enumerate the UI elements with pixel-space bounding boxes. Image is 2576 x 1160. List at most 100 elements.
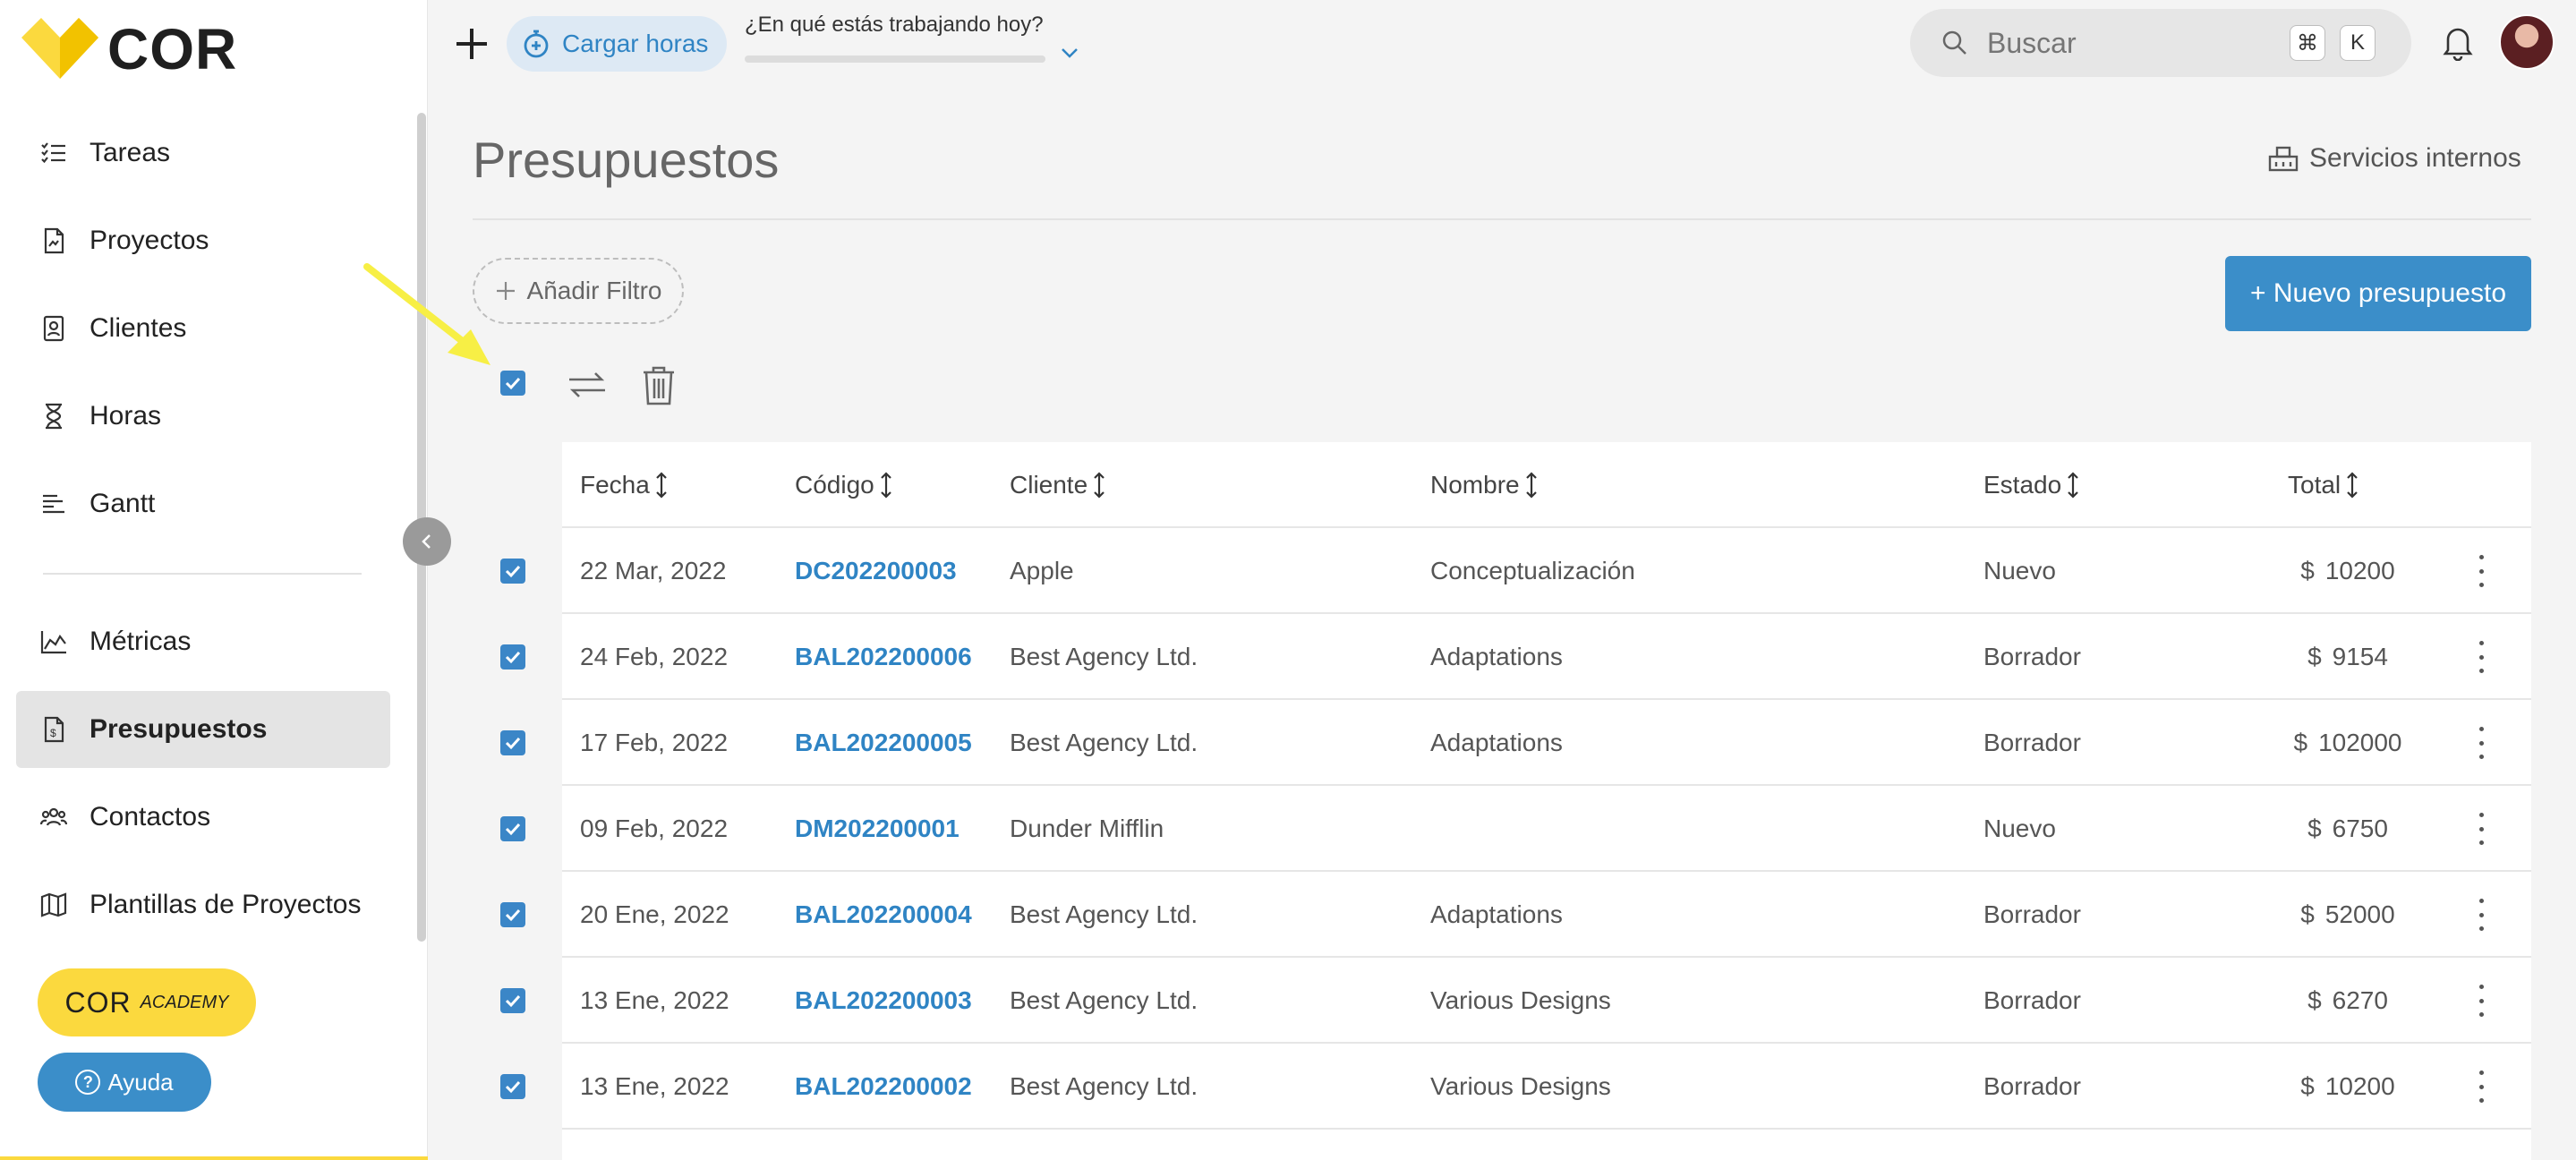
table-row[interactable]: 22 Mar, 2022 DC202200003 Apple Conceptualiz… bbox=[562, 528, 2531, 614]
kebab-dot bbox=[2478, 826, 2484, 832]
total-amount: 9154 bbox=[2332, 643, 2388, 670]
internal-services-link[interactable]: Servicios internos bbox=[2268, 143, 2521, 174]
row-more-menu-button[interactable] bbox=[2472, 555, 2490, 587]
row-more-menu-button[interactable] bbox=[2472, 899, 2490, 931]
cell-estado: Nuevo bbox=[1983, 815, 2056, 842]
collapse-sidebar-button[interactable] bbox=[403, 517, 451, 566]
bulk-change-status-button[interactable] bbox=[566, 367, 609, 407]
sidebar-item-clientes[interactable]: Clientes bbox=[16, 290, 390, 367]
sidebar-item-gantt[interactable]: Gantt bbox=[16, 465, 390, 542]
total-amount: 102000 bbox=[2318, 729, 2402, 756]
row-checkbox[interactable] bbox=[500, 1074, 525, 1099]
logo-text: COR bbox=[107, 17, 238, 81]
check-icon bbox=[505, 651, 521, 664]
load-hours-button[interactable]: Cargar horas bbox=[507, 16, 727, 72]
budget-code-link[interactable]: BAL202200005 bbox=[795, 700, 972, 786]
cor-logo[interactable]: COR bbox=[21, 17, 238, 81]
notifications-button[interactable] bbox=[2440, 23, 2476, 65]
working-on-dropdown[interactable] bbox=[1060, 47, 1079, 64]
row-checkbox[interactable] bbox=[500, 902, 525, 927]
kebab-dot bbox=[2478, 583, 2484, 587]
shortcut-k-key: K bbox=[2340, 25, 2376, 61]
cell-cliente: Best Agency Ltd. bbox=[1010, 643, 1198, 670]
kebab-dot bbox=[2478, 1070, 2484, 1075]
budget-code-link[interactable]: BAL202200006 bbox=[795, 614, 972, 700]
row-checkbox[interactable] bbox=[500, 730, 525, 755]
sidebar: COR Tareas Proyectos Clientes Horas Gant… bbox=[0, 0, 428, 1160]
cell-total: $102000 bbox=[2272, 700, 2424, 786]
search-bar[interactable]: ⌘ K bbox=[1910, 9, 2411, 77]
table-row[interactable]: 13 Ene, 2022 BAL202200002 Best Agency Ltd.… bbox=[562, 1044, 2531, 1130]
bulk-delete-button[interactable] bbox=[641, 365, 677, 411]
sidebar-item-contactos[interactable]: Contactos bbox=[16, 779, 390, 856]
row-checkbox[interactable] bbox=[500, 559, 525, 584]
currency-symbol: $ bbox=[2293, 729, 2308, 756]
sidebar-item-label: Clientes bbox=[90, 313, 187, 343]
column-header-estado[interactable]: Estado bbox=[1983, 442, 2079, 528]
row-checkbox[interactable] bbox=[500, 644, 525, 670]
cell-total: $52000 bbox=[2272, 872, 2424, 958]
add-filter-button[interactable]: Añadir Filtro bbox=[473, 258, 684, 324]
kebab-dot bbox=[2478, 755, 2484, 759]
column-header-nombre[interactable]: Nombre bbox=[1430, 442, 1538, 528]
quick-add-button[interactable] bbox=[449, 21, 494, 66]
column-header-codigo[interactable]: Código bbox=[795, 442, 892, 528]
cell-fecha: 13 Ene, 2022 bbox=[580, 1072, 729, 1100]
swap-arrows-icon bbox=[569, 372, 605, 397]
checklist-icon bbox=[36, 135, 72, 171]
cell-fecha: 20 Ene, 2022 bbox=[580, 900, 729, 928]
sidebar-item-metricas[interactable]: Métricas bbox=[16, 603, 390, 680]
sort-icon bbox=[2347, 472, 2358, 499]
working-on-question[interactable]: ¿En qué estás trabajando hoy? bbox=[745, 13, 1044, 38]
table-row[interactable]: 17 Feb, 2022 BAL202200005 Best Agency Ltd.… bbox=[562, 700, 2531, 786]
bell-icon bbox=[2443, 28, 2473, 62]
new-budget-button[interactable]: + Nuevo presupuesto bbox=[2225, 256, 2531, 331]
total-amount: 6270 bbox=[2332, 986, 2388, 1014]
search-input[interactable] bbox=[1985, 25, 2254, 61]
row-more-menu-button[interactable] bbox=[2472, 727, 2490, 759]
sidebar-item-label: Plantillas de Proyectos bbox=[90, 890, 362, 919]
sidebar-item-tareas[interactable]: Tareas bbox=[16, 115, 390, 192]
column-header-fecha[interactable]: Fecha bbox=[580, 442, 668, 528]
row-more-menu-button[interactable] bbox=[2472, 1070, 2490, 1103]
budget-code-link[interactable]: BAL202200003 bbox=[795, 958, 972, 1044]
cell-cliente: Apple bbox=[1010, 557, 1074, 584]
table-row[interactable]: 13 Ene, 2022 BAL202200003 Best Agency Ltd.… bbox=[562, 958, 2531, 1044]
check-icon bbox=[505, 994, 521, 1008]
sidebar-item-label: Tareas bbox=[90, 138, 171, 167]
user-avatar[interactable] bbox=[2499, 14, 2555, 70]
annotation-arrow bbox=[363, 263, 490, 365]
cell-total: $9154 bbox=[2272, 614, 2424, 700]
select-all-checkbox[interactable] bbox=[500, 371, 525, 396]
row-more-menu-button[interactable] bbox=[2472, 641, 2490, 673]
row-checkbox[interactable] bbox=[500, 988, 525, 1013]
internal-services-label: Servicios internos bbox=[2309, 143, 2521, 173]
currency-symbol: $ bbox=[2300, 557, 2315, 584]
working-on-input[interactable] bbox=[745, 55, 1045, 63]
row-checkbox[interactable] bbox=[500, 816, 525, 841]
cell-fecha: 09 Feb, 2022 bbox=[580, 815, 729, 842]
table-row[interactable]: 24 Feb, 2022 BAL202200006 Best Agency Ltd.… bbox=[562, 614, 2531, 700]
budget-code-link[interactable]: DM202200001 bbox=[795, 786, 960, 872]
budget-code-link[interactable]: BAL202200002 bbox=[795, 1044, 972, 1130]
sidebar-item-horas[interactable]: Horas bbox=[16, 378, 390, 455]
cor-academy-button[interactable]: COR ACADEMY bbox=[38, 968, 256, 1036]
row-more-menu-button[interactable] bbox=[2472, 813, 2490, 845]
row-more-menu-button[interactable] bbox=[2472, 985, 2490, 1017]
budget-code-link[interactable]: BAL202200004 bbox=[795, 872, 972, 958]
table-row[interactable]: 20 Ene, 2022 BAL202200004 Best Agency Ltd.… bbox=[562, 872, 2531, 958]
help-button[interactable]: ? Ayuda bbox=[38, 1053, 211, 1112]
column-header-total[interactable]: Total bbox=[2288, 442, 2358, 528]
cell-nombre: Various Designs bbox=[1430, 1072, 1611, 1100]
cell-total: $6270 bbox=[2272, 958, 2424, 1044]
budget-code-link[interactable]: DC202200003 bbox=[795, 528, 957, 614]
check-icon bbox=[505, 565, 521, 578]
sidebar-item-presupuestos[interactable]: $ Presupuestos bbox=[16, 691, 390, 768]
sidebar-item-proyectos[interactable]: Proyectos bbox=[16, 202, 390, 279]
kebab-dot bbox=[2478, 998, 2484, 1003]
column-header-cliente[interactable]: Cliente bbox=[1010, 442, 1105, 528]
cell-nombre: Adaptations bbox=[1430, 643, 1563, 670]
cell-cliente: Best Agency Ltd. bbox=[1010, 729, 1198, 756]
sidebar-item-plantillas[interactable]: Plantillas de Proyectos bbox=[16, 866, 390, 943]
table-row[interactable]: 09 Feb, 2022 DM202200001 Dunder Mifflin Nue… bbox=[562, 786, 2531, 872]
